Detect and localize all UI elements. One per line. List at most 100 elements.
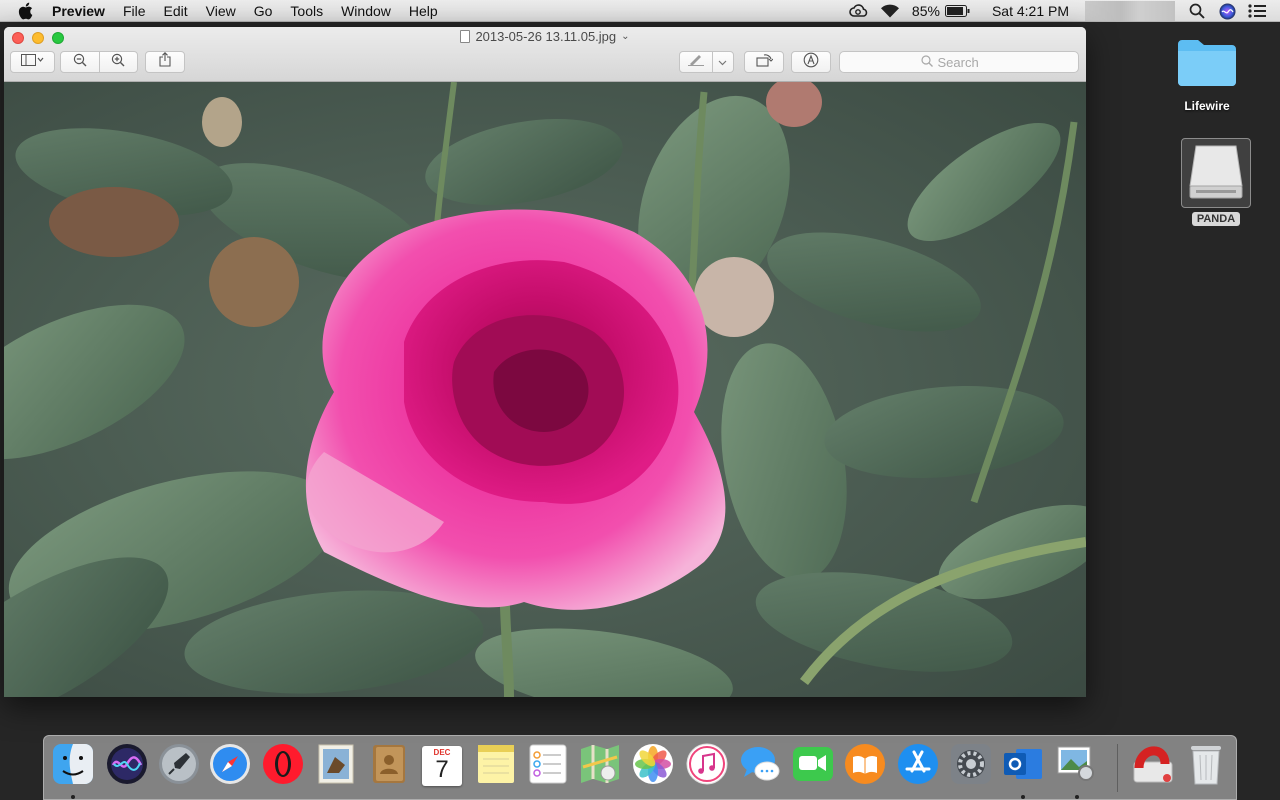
markup-pen-dropdown[interactable] xyxy=(713,52,733,72)
app-store-icon xyxy=(897,743,939,790)
siri-icon xyxy=(106,743,148,790)
dock-maps[interactable] xyxy=(578,744,622,788)
markup-toolbar-button[interactable] xyxy=(791,51,831,73)
running-indicator xyxy=(1021,795,1025,799)
outlook-icon xyxy=(1002,743,1044,790)
pink-rose-photo xyxy=(4,82,1086,697)
facetime-camera-icon xyxy=(792,743,834,790)
gear-icon xyxy=(950,743,992,790)
desktop-drive-panda[interactable]: PANDA xyxy=(1181,138,1251,226)
search-field[interactable] xyxy=(839,51,1079,73)
dock-opera[interactable] xyxy=(261,743,305,790)
dock-messages[interactable] xyxy=(738,744,782,788)
dock-divider xyxy=(1117,744,1118,792)
dock-ibooks[interactable] xyxy=(843,743,887,790)
trash-icon xyxy=(1187,742,1225,791)
external-drive-icon xyxy=(1188,142,1244,205)
share-button[interactable] xyxy=(145,51,185,73)
folder-label: Lifewire xyxy=(1184,99,1230,113)
finder-icon xyxy=(52,743,94,790)
dock-calendar[interactable]: DEC 7 xyxy=(420,744,464,788)
opera-icon xyxy=(262,743,304,790)
dock-system-preferences[interactable] xyxy=(949,743,993,790)
messages-bubble-icon xyxy=(739,743,781,790)
dock-preview[interactable] xyxy=(1054,744,1098,788)
search-input[interactable] xyxy=(937,54,998,70)
zoom-out-icon xyxy=(73,53,87,72)
document-title[interactable]: 2013-05-26 13.11.05.jpg ⌄ xyxy=(4,29,1086,44)
image-canvas[interactable] xyxy=(4,82,1086,697)
preview-window: 2013-05-26 13.11.05.jpg ⌄ xyxy=(4,27,1086,697)
safari-compass-icon xyxy=(209,743,251,790)
sidebar-view-button[interactable] xyxy=(10,51,55,73)
calendar-day: 7 xyxy=(435,756,449,783)
menu-help[interactable]: Help xyxy=(409,3,438,19)
calendar-icon: DEC 7 xyxy=(422,746,462,786)
maps-icon xyxy=(579,743,621,790)
app-menu-preview[interactable]: Preview xyxy=(52,3,105,19)
menu-edit[interactable]: Edit xyxy=(164,3,188,19)
window-titlebar[interactable]: 2013-05-26 13.11.05.jpg ⌄ xyxy=(4,27,1086,82)
battery-percent: 85% xyxy=(911,3,940,19)
menu-view[interactable]: View xyxy=(206,3,236,19)
dock-photos[interactable] xyxy=(631,743,675,790)
dock-contacts[interactable] xyxy=(367,744,411,788)
running-indicator xyxy=(1075,795,1079,799)
zoom-in-button[interactable] xyxy=(99,52,137,72)
markup-icon xyxy=(803,52,819,73)
preview-icon xyxy=(1055,743,1097,790)
downloads-stack-icon xyxy=(1131,742,1175,791)
markup-pen-controls xyxy=(679,51,734,73)
dock-mail[interactable] xyxy=(314,744,358,788)
share-icon xyxy=(159,52,171,72)
dock-app-store[interactable] xyxy=(896,743,940,790)
dock-siri[interactable] xyxy=(105,743,149,790)
desktop-folder-lifewire[interactable]: Lifewire xyxy=(1176,36,1238,113)
zoom-in-icon xyxy=(111,53,125,72)
zoom-out-button[interactable] xyxy=(61,52,99,72)
rotate-button[interactable] xyxy=(744,51,784,73)
dock-reminders[interactable] xyxy=(526,744,570,788)
dock-safari[interactable] xyxy=(208,743,252,790)
dock: DEC 7 xyxy=(43,735,1237,800)
folder-icon xyxy=(1176,36,1238,93)
creative-cloud-icon[interactable] xyxy=(848,0,870,22)
notification-center-icon[interactable] xyxy=(1248,0,1266,22)
menu-bar: Preview File Edit View Go Tools Window H… xyxy=(0,0,1280,22)
dock-launchpad[interactable] xyxy=(157,743,201,790)
apple-icon[interactable] xyxy=(18,2,38,20)
menu-window[interactable]: Window xyxy=(341,3,391,19)
spotlight-search-icon[interactable] xyxy=(1189,0,1205,22)
dock-finder[interactable] xyxy=(51,743,95,790)
dock-itunes[interactable] xyxy=(685,743,729,790)
user-account-menu[interactable] xyxy=(1085,1,1175,21)
dock-outlook[interactable] xyxy=(1001,744,1045,788)
launchpad-rocket-icon xyxy=(158,743,200,790)
ibooks-icon xyxy=(844,743,886,790)
chevron-down-icon[interactable]: ⌄ xyxy=(621,31,629,42)
menu-tools[interactable]: Tools xyxy=(290,3,323,19)
chevron-down-icon xyxy=(718,53,727,71)
menu-go[interactable]: Go xyxy=(254,3,273,19)
wifi-icon[interactable] xyxy=(880,0,900,22)
markup-pen-button[interactable] xyxy=(680,52,712,72)
running-indicator xyxy=(71,795,75,799)
status-area: 85% Sat 4:21 PM xyxy=(848,0,1280,22)
sidebar-icon xyxy=(20,53,45,71)
clock[interactable]: Sat 4:21 PM xyxy=(992,3,1069,19)
itunes-music-note-icon xyxy=(686,743,728,790)
dock-trash[interactable] xyxy=(1184,744,1228,788)
dock-facetime[interactable] xyxy=(791,744,835,788)
search-icon xyxy=(920,54,933,70)
dock-notes[interactable] xyxy=(474,744,518,788)
document-title-text: 2013-05-26 13.11.05.jpg xyxy=(475,29,617,44)
battery-icon[interactable] xyxy=(944,0,970,22)
dock-downloads-stack[interactable] xyxy=(1131,744,1175,788)
document-icon xyxy=(460,30,471,43)
siri-icon[interactable] xyxy=(1219,0,1236,22)
drive-icon-frame xyxy=(1181,138,1251,208)
rotate-icon xyxy=(755,52,773,72)
photos-flower-icon xyxy=(632,743,674,790)
zoom-controls xyxy=(60,51,138,73)
menu-file[interactable]: File xyxy=(123,3,146,19)
